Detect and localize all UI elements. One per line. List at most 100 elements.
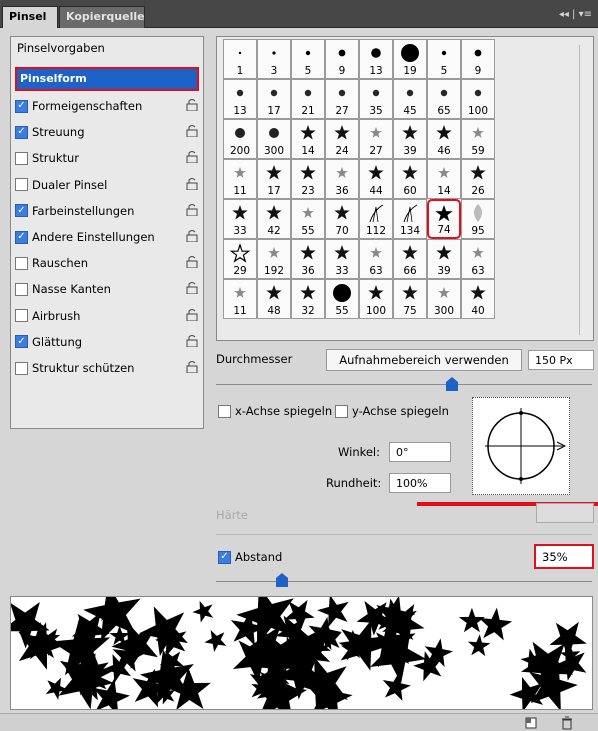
spacing-checkbox[interactable]: ✓ Abstand — [218, 550, 282, 564]
diameter-slider-thumb[interactable] — [445, 376, 459, 392]
brush-tip-cell[interactable]: 14 — [427, 159, 461, 199]
brush-tip-shape-item[interactable]: Pinselform — [15, 67, 199, 91]
brush-tip-cell[interactable]: 24 — [325, 119, 359, 159]
brush-tip-cell[interactable]: 29 — [223, 239, 257, 279]
grid-scrollbar[interactable] — [579, 45, 587, 335]
lock-icon[interactable] — [185, 334, 199, 347]
option-row-9[interactable]: ✓ Glättung — [15, 331, 199, 353]
brush-tip-cell[interactable]: 100 — [461, 79, 495, 119]
lock-icon[interactable] — [185, 255, 199, 269]
brush-tip-cell[interactable]: 134 — [393, 199, 427, 239]
option-checkbox-6[interactable] — [15, 256, 28, 270]
spacing-check-icon[interactable]: ✓ — [218, 550, 231, 564]
option-checkbox-1[interactable]: ✓ — [15, 125, 28, 139]
brush-tip-cell[interactable]: 39 — [427, 239, 461, 279]
brush-tip-cell[interactable]: 42 — [257, 199, 291, 239]
diameter-slider-track[interactable] — [216, 384, 592, 385]
spacing-field[interactable]: 35% — [534, 544, 594, 569]
brush-tip-cell[interactable]: 11 — [223, 159, 257, 199]
option-checkbox-10[interactable] — [15, 361, 28, 375]
lock-icon[interactable] — [185, 281, 199, 295]
brush-tip-cell[interactable]: 44 — [359, 159, 393, 199]
flip-y-checkbox[interactable]: y-Achse spiegeln — [335, 404, 449, 418]
option-row-3[interactable]: Dualer Pinsel — [15, 174, 199, 196]
option-row-2[interactable]: Struktur — [15, 147, 199, 169]
brush-tip-cell[interactable]: 100 — [359, 279, 393, 319]
brush-tip-cell[interactable]: 9 — [325, 39, 359, 79]
option-row-0[interactable]: ✓ Formeigenschaften — [15, 95, 199, 117]
option-checkbox-9[interactable]: ✓ — [15, 335, 28, 349]
brush-tip-cell[interactable]: 66 — [393, 239, 427, 279]
brush-tip-cell[interactable]: 5 — [291, 39, 325, 79]
brush-tip-cell[interactable]: 17 — [257, 79, 291, 119]
brush-tip-cell[interactable]: 75 — [393, 279, 427, 319]
spacing-slider-track[interactable] — [216, 581, 592, 582]
option-row-4[interactable]: ✓ Farbeinstellungen — [15, 200, 199, 222]
spacing-slider-thumb[interactable] — [275, 572, 289, 588]
brush-tip-cell[interactable]: 23 — [291, 159, 325, 199]
brush-tip-cell[interactable]: 300 — [427, 279, 461, 319]
brush-tip-cell[interactable]: 300 — [257, 119, 291, 159]
brush-tip-cell[interactable]: 36 — [325, 159, 359, 199]
option-checkbox-5[interactable]: ✓ — [15, 230, 28, 244]
lock-icon[interactable] — [185, 308, 199, 321]
option-row-7[interactable]: Nasse Kanten — [15, 278, 199, 300]
lock-icon[interactable] — [185, 150, 199, 164]
use-sample-size-button[interactable]: Aufnahmebereich verwenden — [326, 349, 522, 371]
brush-tip-cell[interactable]: 17 — [257, 159, 291, 199]
brush-tip-cell[interactable]: 32 — [291, 279, 325, 319]
brush-tip-cell[interactable]: 33 — [325, 239, 359, 279]
lock-icon[interactable] — [185, 360, 199, 373]
brush-tip-cell[interactable]: 46 — [427, 119, 461, 159]
brush-tip-cell[interactable]: 3 — [257, 39, 291, 79]
lock-icon[interactable] — [185, 203, 199, 216]
option-row-6[interactable]: Rauschen — [15, 252, 199, 274]
brush-tip-cell[interactable]: 19 — [393, 39, 427, 79]
flip-x-box[interactable] — [218, 404, 231, 418]
angle-roundness-preview[interactable] — [472, 397, 570, 495]
brush-tip-cell[interactable]: 35 — [359, 79, 393, 119]
option-row-10[interactable]: Struktur schützen — [15, 357, 199, 379]
option-checkbox-8[interactable] — [15, 309, 28, 323]
panel-menu-controls[interactable]: ◂◂ | ▾≡ — [559, 9, 592, 20]
brush-presets-link[interactable]: Pinselvorgaben — [15, 41, 199, 63]
brush-tip-cell[interactable]: 27 — [359, 119, 393, 159]
brush-tip-cell[interactable]: 65 — [427, 79, 461, 119]
brush-tip-cell[interactable]: 9 — [461, 39, 495, 79]
lock-icon[interactable] — [185, 177, 199, 190]
brush-tip-cell[interactable]: 70 — [325, 199, 359, 239]
brush-tip-cell[interactable]: 112 — [359, 199, 393, 239]
brush-tip-cell[interactable]: 74 — [427, 199, 461, 239]
brush-tip-cell[interactable]: 63 — [461, 239, 495, 279]
brush-tip-cell[interactable]: 200 — [223, 119, 257, 159]
brush-tip-cell[interactable]: 21 — [291, 79, 325, 119]
brush-tip-cell[interactable]: 5 — [427, 39, 461, 79]
brush-tip-cell[interactable]: 63 — [359, 239, 393, 279]
brush-tip-cell[interactable]: 60 — [393, 159, 427, 199]
option-checkbox-0[interactable]: ✓ — [15, 99, 28, 113]
brush-tip-cell[interactable]: 13 — [223, 79, 257, 119]
angle-field[interactable]: 0° — [389, 442, 451, 462]
option-checkbox-7[interactable] — [15, 282, 28, 296]
option-row-8[interactable]: Airbrush — [15, 305, 199, 327]
brush-tip-cell[interactable]: 45 — [393, 79, 427, 119]
brush-tip-cell[interactable]: 95 — [461, 199, 495, 239]
lock-icon[interactable] — [185, 98, 199, 111]
lock-icon[interactable] — [185, 229, 199, 242]
brush-tip-cell[interactable]: 40 — [461, 279, 495, 319]
option-row-1[interactable]: ✓ Streuung — [15, 121, 199, 143]
brush-tip-cell[interactable]: 1 — [223, 39, 257, 79]
option-row-5[interactable]: ✓ Andere Einstellungen — [15, 226, 199, 248]
brush-tip-cell[interactable]: 55 — [291, 199, 325, 239]
brush-tip-cell[interactable]: 13 — [359, 39, 393, 79]
flip-y-box[interactable] — [335, 404, 348, 418]
option-checkbox-3[interactable] — [15, 178, 28, 192]
brush-tip-cell[interactable]: 11 — [223, 279, 257, 319]
tab-kopierquelle[interactable]: Kopierquelle — [59, 6, 145, 28]
tab-pinsel[interactable]: Pinsel — [2, 6, 58, 28]
brush-tip-cell[interactable]: 39 — [393, 119, 427, 159]
option-checkbox-4[interactable]: ✓ — [15, 204, 28, 218]
diameter-field[interactable]: 150 Px — [528, 350, 594, 370]
option-checkbox-2[interactable] — [15, 151, 28, 165]
brush-tip-cell[interactable]: 192 — [257, 239, 291, 279]
